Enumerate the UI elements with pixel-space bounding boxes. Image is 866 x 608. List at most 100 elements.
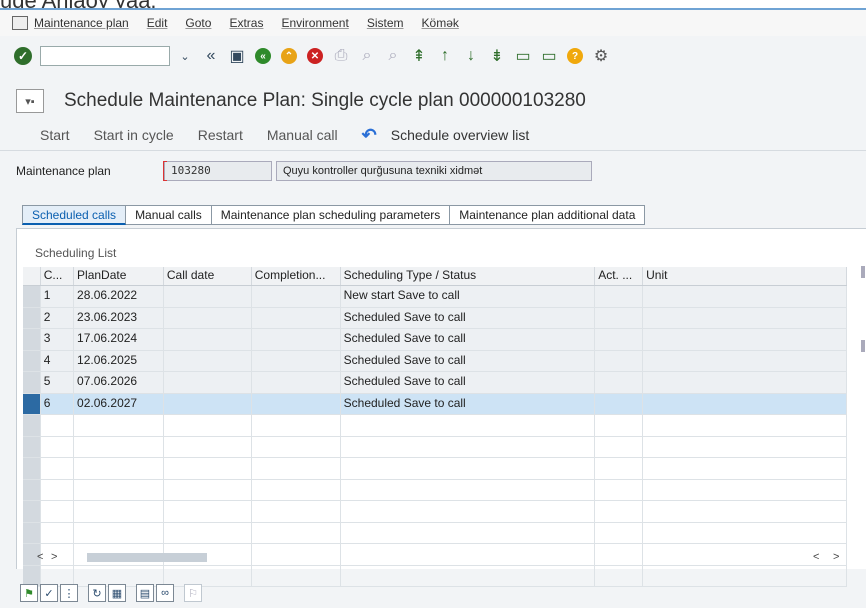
- column-header[interactable]: Act. ...: [595, 267, 644, 285]
- scroll-left-icon[interactable]: <: [37, 551, 43, 563]
- vertical-scroll-handle[interactable]: [861, 340, 865, 352]
- table-row[interactable]: 6 02.06.2027 Scheduled Save to call: [23, 393, 847, 415]
- manual-call-button[interactable]: Manual call: [267, 127, 338, 143]
- table-cell: [41, 479, 75, 500]
- find-icon[interactable]: ⌕: [356, 45, 378, 67]
- page-title: Schedule Maintenance Plan: Single cycle …: [64, 90, 586, 111]
- table-row[interactable]: 2 23.06.2023 Scheduled Save to call: [23, 307, 847, 329]
- column-header[interactable]: Completion...: [252, 267, 341, 285]
- menu-tree-icon[interactable]: ▾▪: [16, 89, 44, 113]
- column-header[interactable]: Unit: [643, 267, 847, 285]
- select-all-header[interactable]: [23, 267, 41, 285]
- row-selector[interactable]: [23, 350, 41, 371]
- row-selector[interactable]: [23, 415, 41, 436]
- vertical-scroll-handle[interactable]: [861, 266, 865, 278]
- menu-sistem[interactable]: Sistem: [367, 16, 404, 30]
- menu-maintenance-plan[interactable]: Maintenance plan: [34, 16, 129, 30]
- dropdown-chevron-icon[interactable]: ⌄: [174, 45, 196, 67]
- application-toolbar: Start Start in cycle Restart Manual call…: [0, 120, 866, 151]
- row-selector[interactable]: [23, 479, 41, 500]
- maintenance-plan-field[interactable]: 103280: [163, 161, 272, 181]
- row-selector[interactable]: [23, 393, 41, 414]
- column-header[interactable]: Call date: [164, 267, 252, 285]
- row-selector[interactable]: [23, 329, 41, 350]
- command-field[interactable]: [40, 46, 170, 66]
- cancel-icon[interactable]: ✕: [304, 45, 326, 67]
- undo-icon[interactable]: ↶: [362, 125, 377, 146]
- tab-manual-calls[interactable]: Manual calls: [126, 205, 212, 225]
- scroll-thumb[interactable]: [87, 553, 207, 562]
- table-row[interactable]: [23, 415, 847, 437]
- table-row[interactable]: 5 07.06.2026 Scheduled Save to call: [23, 372, 847, 394]
- flag-icon[interactable]: ⚑: [20, 584, 38, 602]
- table-cell: 6: [41, 393, 75, 414]
- row-selector[interactable]: [23, 286, 41, 307]
- tab-additional-data[interactable]: Maintenance plan additional data: [450, 205, 646, 225]
- find-next-icon[interactable]: ⌕: [382, 45, 404, 67]
- table-cell: [164, 479, 252, 500]
- table-cell: [252, 286, 341, 307]
- table-row[interactable]: 4 12.06.2025 Scheduled Save to call: [23, 350, 847, 372]
- maintenance-plan-row: Maintenance plan 103280 Quyu kontroller …: [0, 156, 866, 186]
- table-row[interactable]: [23, 458, 847, 480]
- table-cell: [595, 436, 644, 457]
- back-double-arrow-icon[interactable]: «: [200, 45, 222, 67]
- table-row[interactable]: 3 17.06.2024 Scheduled Save to call: [23, 329, 847, 351]
- table-row[interactable]: 1 28.06.2022 New start Save to call: [23, 286, 847, 308]
- settings-gear-icon[interactable]: ⚙: [590, 45, 612, 67]
- start-in-cycle-button[interactable]: Start in cycle: [94, 127, 174, 143]
- shortcut-icon[interactable]: ▭: [538, 45, 560, 67]
- menu-icon[interactable]: [12, 16, 28, 30]
- calculator-icon[interactable]: ▤: [136, 584, 154, 602]
- scroll-left-icon[interactable]: <: [813, 551, 819, 563]
- next-page-icon[interactable]: ↓: [460, 45, 482, 67]
- restart-button[interactable]: Restart: [198, 127, 243, 143]
- calendar-icon[interactable]: ▦: [108, 584, 126, 602]
- schedule-overview-list-button[interactable]: Schedule overview list: [391, 127, 530, 143]
- help-icon[interactable]: ?: [564, 45, 586, 67]
- enter-check-icon[interactable]: ✓: [14, 47, 32, 65]
- check-icon[interactable]: ✓: [40, 584, 58, 602]
- column-header[interactable]: PlanDate: [74, 267, 164, 285]
- scroll-right-icon[interactable]: >: [51, 551, 57, 563]
- table-cell: [252, 458, 341, 479]
- horizontal-scrollbar[interactable]: < > < >: [37, 551, 866, 565]
- details-icon[interactable]: ⋮: [60, 584, 78, 602]
- row-selector[interactable]: [23, 307, 41, 328]
- table-row[interactable]: [23, 501, 847, 523]
- row-selector[interactable]: [23, 458, 41, 479]
- new-session-icon[interactable]: ▭: [512, 45, 534, 67]
- exit-icon[interactable]: ⌃: [278, 45, 300, 67]
- print-icon[interactable]: ⎙: [330, 45, 352, 67]
- table-row[interactable]: [23, 522, 847, 544]
- display-icon[interactable]: ∞: [156, 584, 174, 602]
- menu-environment[interactable]: Environment: [281, 16, 348, 30]
- back-icon[interactable]: «: [252, 45, 274, 67]
- column-header[interactable]: Scheduling Type / Status: [341, 267, 596, 285]
- first-page-icon[interactable]: ⇞: [408, 45, 430, 67]
- table-row[interactable]: [23, 479, 847, 501]
- last-page-icon[interactable]: ⇟: [486, 45, 508, 67]
- menu-edit[interactable]: Edit: [147, 16, 168, 30]
- scroll-right-icon[interactable]: >: [833, 551, 839, 563]
- column-header[interactable]: C...: [41, 267, 75, 285]
- table-row[interactable]: [23, 436, 847, 458]
- tab-scheduled-calls[interactable]: Scheduled calls: [22, 205, 127, 225]
- tab-scheduling-parameters[interactable]: Maintenance plan scheduling parameters: [211, 205, 451, 225]
- start-button[interactable]: Start: [40, 127, 70, 143]
- row-selector[interactable]: [23, 501, 41, 522]
- row-selector[interactable]: [23, 372, 41, 393]
- menu-komek[interactable]: Kömək: [422, 16, 459, 30]
- previous-page-icon[interactable]: ↑: [434, 45, 456, 67]
- table-cell: [164, 501, 252, 522]
- table-cell: [164, 307, 252, 328]
- row-selector[interactable]: [23, 436, 41, 457]
- refresh-icon[interactable]: ↻: [88, 584, 106, 602]
- menu-extras[interactable]: Extras: [229, 16, 263, 30]
- save-icon[interactable]: ▣: [226, 45, 248, 67]
- row-selector[interactable]: [23, 522, 41, 543]
- menu-goto[interactable]: Goto: [185, 16, 211, 30]
- scheduled-calls-panel: Scheduling List C... PlanDate Call date …: [16, 228, 866, 587]
- table-cell: [643, 329, 847, 350]
- table-cell: 07.06.2026: [74, 372, 164, 393]
